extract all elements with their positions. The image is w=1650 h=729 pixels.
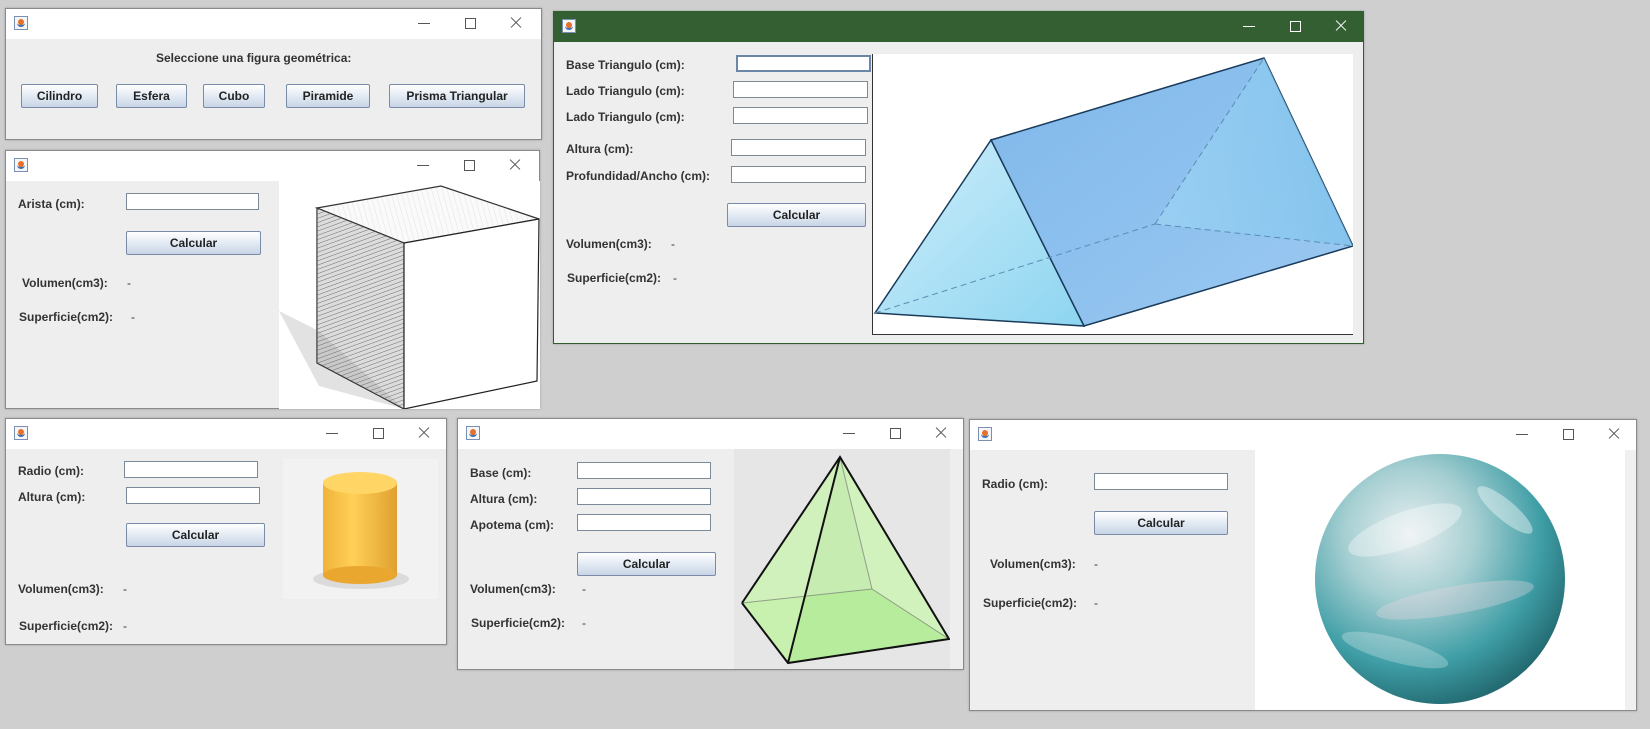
cubo-button[interactable]: Cubo xyxy=(203,84,265,108)
cube-window: Arista (cm): Calcular Volumen(cm3): - Su… xyxy=(5,150,540,409)
close-icon[interactable] xyxy=(507,157,523,173)
cylinder-titlebar[interactable] xyxy=(6,419,446,449)
apotema-input[interactable] xyxy=(577,514,711,531)
profundidad-input[interactable] xyxy=(731,166,866,183)
calcular-button[interactable]: Calcular xyxy=(1094,511,1228,535)
volumen-value: - xyxy=(1094,557,1098,571)
volumen-value: - xyxy=(123,582,127,596)
superficie-label: Superficie(cm2): xyxy=(471,616,566,630)
arista-label: Arista (cm): xyxy=(18,197,85,211)
sphere-window: Radio (cm): Calcular Volumen(cm3): - Sup… xyxy=(969,419,1637,711)
apotema-label: Apotema (cm): xyxy=(470,518,555,532)
prism-titlebar[interactable] xyxy=(554,12,1363,42)
base-label: Base (cm): xyxy=(470,466,532,480)
minimize-icon[interactable] xyxy=(416,15,432,31)
radio-input[interactable] xyxy=(124,461,258,478)
volumen-label: Volumen(cm3): xyxy=(470,582,556,596)
profundidad-label: Profundidad/Ancho (cm): xyxy=(566,169,710,183)
altura-input[interactable] xyxy=(577,488,711,505)
java-icon xyxy=(14,426,28,440)
cylinder-window: Radio (cm): Altura (cm): Calcular Volume… xyxy=(5,418,447,645)
calcular-button[interactable]: Calcular xyxy=(577,552,716,576)
prism-window: Base Triangulo (cm): Lado Triangulo (cm)… xyxy=(553,11,1364,344)
volumen-label: Volumen(cm3): xyxy=(566,237,652,251)
maximize-icon[interactable] xyxy=(1560,426,1576,442)
radio-label: Radio (cm): xyxy=(18,464,84,478)
prism-image xyxy=(872,54,1353,335)
sphere-image xyxy=(1255,450,1625,710)
maximize-icon[interactable] xyxy=(1287,18,1303,34)
superficie-value: - xyxy=(673,271,677,285)
lado-triangulo-label-2: Lado Triangulo (cm): xyxy=(566,110,685,124)
maximize-icon[interactable] xyxy=(462,15,478,31)
cube-titlebar[interactable] xyxy=(6,151,539,181)
superficie-value: - xyxy=(582,616,586,630)
maximize-icon[interactable] xyxy=(461,157,477,173)
volumen-value: - xyxy=(671,237,675,251)
radio-label: Radio (cm): xyxy=(982,477,1048,491)
superficie-label: Superficie(cm2): xyxy=(983,596,1078,610)
base-input[interactable] xyxy=(577,462,711,479)
volumen-label: Volumen(cm3): xyxy=(18,582,104,596)
superficie-label: Superficie(cm2): xyxy=(567,271,662,285)
close-icon[interactable] xyxy=(1333,18,1349,34)
superficie-value: - xyxy=(1094,596,1098,610)
calcular-button[interactable]: Calcular xyxy=(126,523,265,547)
cylinder-image xyxy=(283,459,438,599)
altura-input[interactable] xyxy=(126,487,260,504)
superficie-value: - xyxy=(131,310,135,324)
volumen-label: Volumen(cm3): xyxy=(990,557,1076,571)
pyramid-window: Base (cm): Altura (cm): Apotema (cm): Ca… xyxy=(457,418,964,670)
maximize-icon[interactable] xyxy=(370,425,386,441)
altura-label: Altura (cm): xyxy=(566,142,634,156)
volumen-value: - xyxy=(127,276,131,290)
lado-triangulo-input[interactable] xyxy=(733,81,868,98)
pyramid-image xyxy=(734,449,950,669)
superficie-label: Superficie(cm2): xyxy=(19,619,114,633)
java-icon xyxy=(978,427,992,441)
prisma-triangular-button[interactable]: Prisma Triangular xyxy=(389,84,525,108)
cube-image xyxy=(279,181,540,409)
selector-window: Seleccione una figura geométrica: Cilind… xyxy=(5,8,542,140)
java-icon xyxy=(562,19,576,33)
sphere-titlebar[interactable] xyxy=(970,420,1636,450)
lado-triangulo-label: Lado Triangulo (cm): xyxy=(566,84,685,98)
altura-label: Altura (cm): xyxy=(18,490,86,504)
scrollbar[interactable] xyxy=(1626,450,1636,710)
altura-input[interactable] xyxy=(731,139,866,156)
base-triangulo-label: Base Triangulo (cm): xyxy=(566,58,685,72)
calcular-button[interactable]: Calcular xyxy=(126,231,261,255)
selector-titlebar[interactable] xyxy=(6,9,541,39)
java-icon xyxy=(14,158,28,172)
lado-triangulo-input-2[interactable] xyxy=(733,107,868,124)
java-icon xyxy=(466,426,480,440)
esfera-button[interactable]: Esfera xyxy=(116,84,187,108)
close-icon[interactable] xyxy=(416,425,432,441)
radio-input[interactable] xyxy=(1094,473,1228,490)
maximize-icon[interactable] xyxy=(887,425,903,441)
minimize-icon[interactable] xyxy=(415,157,431,173)
minimize-icon[interactable] xyxy=(324,425,340,441)
volumen-value: - xyxy=(582,582,586,596)
superficie-label: Superficie(cm2): xyxy=(19,310,114,324)
minimize-icon[interactable] xyxy=(1514,426,1530,442)
close-icon[interactable] xyxy=(1606,426,1622,442)
calcular-button[interactable]: Calcular xyxy=(727,203,866,227)
piramide-button[interactable]: Piramide xyxy=(286,84,370,108)
selector-prompt: Seleccione una figura geométrica: xyxy=(156,51,352,65)
minimize-icon[interactable] xyxy=(1241,18,1257,34)
cilindro-button[interactable]: Cilindro xyxy=(21,84,98,108)
minimize-icon[interactable] xyxy=(841,425,857,441)
arista-input[interactable] xyxy=(126,193,259,210)
base-triangulo-input[interactable] xyxy=(736,55,871,72)
superficie-value: - xyxy=(123,619,127,633)
close-icon[interactable] xyxy=(933,425,949,441)
volumen-label: Volumen(cm3): xyxy=(22,276,108,290)
altura-label: Altura (cm): xyxy=(470,492,538,506)
pyramid-titlebar[interactable] xyxy=(458,419,963,449)
close-icon[interactable] xyxy=(508,15,524,31)
java-icon xyxy=(14,16,28,30)
